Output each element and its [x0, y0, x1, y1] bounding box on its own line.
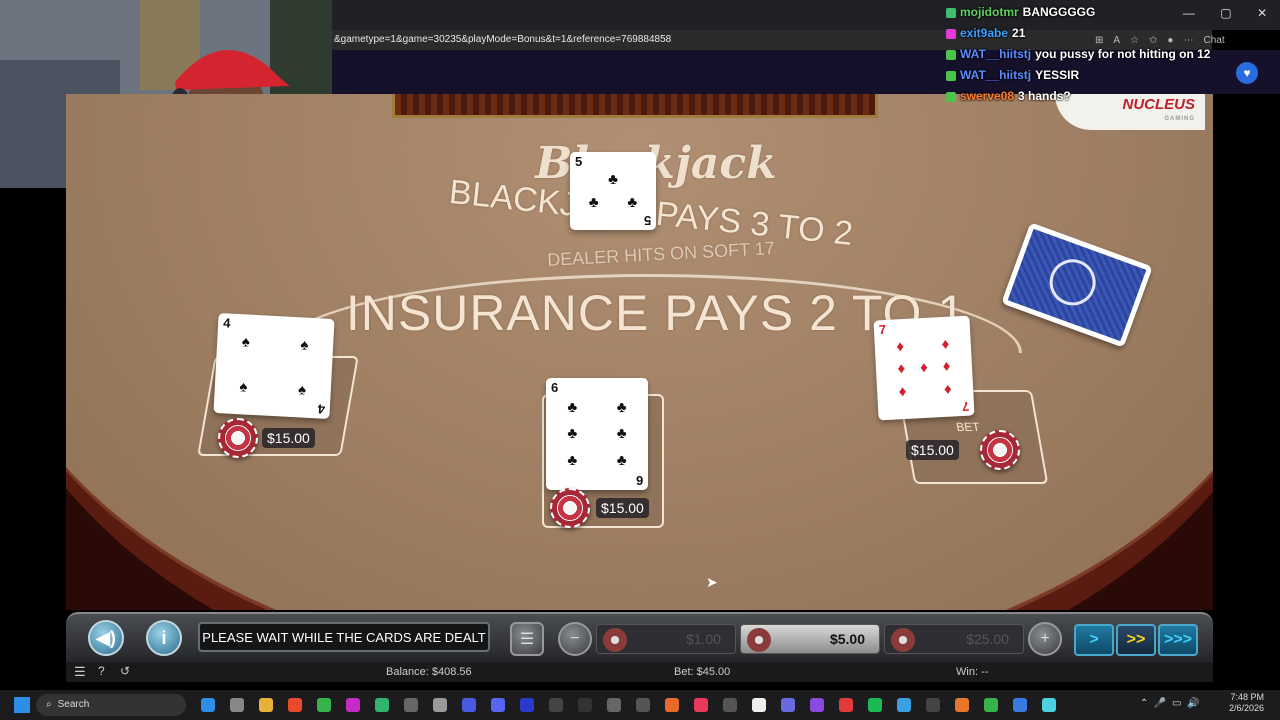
badge-icon — [946, 7, 956, 18]
steam-icon[interactable] — [1013, 698, 1027, 712]
fast-forward-icon: >> — [1126, 631, 1146, 648]
app-icon[interactable] — [810, 698, 824, 712]
app-icon[interactable] — [462, 698, 476, 712]
app-icon[interactable] — [897, 698, 911, 712]
windows-start-icon[interactable] — [14, 697, 30, 713]
chip-option-5[interactable]: $5.00 — [740, 624, 880, 654]
clock-time: 7:48 PM — [1230, 692, 1264, 702]
player-card-left: 4 ♠ ♠ ♠ ♠ 4 — [213, 313, 335, 419]
chat-message: WAT__hiitstj you pussy for not hitting o… — [946, 44, 1276, 65]
chat-message: mojidotmr BANGGGGG — [946, 2, 1276, 23]
music-icon[interactable] — [694, 698, 708, 712]
dealer-card-pips: ♣ ♣ ♣ — [588, 171, 638, 211]
dealer-card: 5 ♣ ♣ ♣ 5 — [570, 152, 656, 230]
app-icon[interactable] — [723, 698, 737, 712]
status-message: PLEASE WAIT WHILE THE CARDS ARE DEALT — [198, 622, 490, 652]
clear-bets-icon: ☰ — [519, 631, 535, 648]
play-button[interactable]: > — [1074, 624, 1114, 656]
badge-icon — [946, 28, 956, 39]
badge-icon — [946, 49, 956, 60]
increase-chip-button[interactable]: + — [1028, 622, 1062, 656]
settings-icon[interactable] — [230, 698, 244, 712]
bet-display: Bet: $45.00 — [674, 666, 731, 678]
info-bar: ☰ ? ↺ Balance: $408.56 Bet: $45.00 Win: … — [66, 662, 1213, 682]
chip-icon — [891, 628, 915, 652]
clear-bets-button[interactable]: ☰ — [510, 622, 544, 656]
app-icon[interactable] — [926, 698, 940, 712]
help-icon[interactable]: ? — [98, 664, 105, 678]
taskbar-clock[interactable]: 7:48 PM 2/6/2026 — [1204, 692, 1264, 714]
bet-amount-left: $15.00 — [262, 428, 315, 448]
player-card-right: 7 ♦ ♦ ♦ ♦ ♦ ♦ ♦ 7 — [873, 315, 975, 421]
chip-option-1[interactable]: $1.00 — [596, 624, 736, 654]
app-icon[interactable] — [375, 698, 389, 712]
heart-icon[interactable]: ♥ — [1236, 62, 1258, 84]
win-display: Win: -- — [956, 666, 989, 678]
bet-chip-left — [218, 418, 258, 458]
blackjack-table: NUCLEUS GAMING Blackjack BLACKJACK PAYS … — [66, 94, 1213, 610]
bet-amount-right: $15.00 — [906, 440, 959, 460]
history-icon[interactable]: ↺ — [120, 664, 130, 678]
menu-icon[interactable]: ☰ — [74, 664, 86, 680]
game-control-bar: ◀) i PLEASE WAIT WHILE THE CARDS ARE DEA… — [66, 612, 1213, 664]
stream-chat-overlay: mojidotmr BANGGGGG exit9abe 21 WAT__hiit… — [946, 2, 1276, 104]
windows-taskbar: ⌕ Search — [0, 690, 1280, 720]
chip-icon — [603, 628, 627, 652]
discord-icon[interactable] — [491, 698, 505, 712]
chip-option-25[interactable]: $25.00 — [884, 624, 1024, 654]
info-icon: i — [161, 627, 167, 648]
minus-icon: − — [570, 630, 580, 647]
badge-icon — [946, 70, 956, 81]
app-icon[interactable] — [839, 698, 853, 712]
app-icon[interactable] — [781, 698, 795, 712]
brave-icon[interactable] — [288, 698, 302, 712]
app-icon[interactable] — [636, 698, 650, 712]
chat-message: WAT__hiitstj YESSIR — [946, 65, 1276, 86]
search-icon: ⌕ — [46, 699, 52, 710]
speaker-icon: ◀) — [96, 627, 116, 648]
mouse-cursor-icon: ➤ — [706, 574, 718, 590]
clock-date: 2/6/2026 — [1228, 703, 1264, 713]
table-logo: Blackjack — [535, 138, 777, 189]
fast-play-button[interactable]: >> — [1116, 624, 1156, 656]
dealer-tray — [392, 94, 878, 118]
chat-message: swerve08 3 hands? — [946, 86, 1276, 107]
player-card-center: 6 ♣ ♣ ♣ ♣ ♣ ♣ 6 — [546, 378, 648, 490]
file-explorer-icon[interactable] — [259, 698, 273, 712]
bet-chip-right — [980, 430, 1020, 470]
app-icon[interactable] — [752, 698, 766, 712]
info-button[interactable]: i — [146, 620, 182, 656]
spotify-icon[interactable] — [868, 698, 882, 712]
app-icon[interactable] — [346, 698, 360, 712]
app-icon[interactable] — [578, 698, 592, 712]
taskbar-search[interactable]: ⌕ Search — [36, 694, 186, 716]
app-icon[interactable] — [955, 698, 969, 712]
app-icon[interactable] — [984, 698, 998, 712]
app-icon[interactable] — [433, 698, 447, 712]
play-icon: > — [1089, 631, 1099, 648]
balance-display: Balance: $408.56 — [386, 666, 472, 678]
turbo-icon: >>> — [1163, 631, 1193, 648]
firefox-icon[interactable] — [665, 698, 679, 712]
turbo-play-button[interactable]: >>> — [1158, 624, 1198, 656]
bet-amount-center: $15.00 — [596, 498, 649, 518]
system-tray-icons[interactable]: ⌃ 🎤 ▭ 🔊 — [1140, 698, 1199, 709]
chrome-icon[interactable] — [317, 698, 331, 712]
brand-sub: GAMING — [1164, 116, 1195, 122]
badge-icon — [946, 91, 956, 102]
app-icon[interactable] — [520, 698, 534, 712]
bet-spot-label: BET — [955, 420, 981, 434]
chat-message: exit9abe 21 — [946, 23, 1276, 44]
app-icon[interactable] — [404, 698, 418, 712]
edge-icon[interactable] — [201, 698, 215, 712]
app-icon[interactable] — [1042, 698, 1056, 712]
decrease-chip-button[interactable]: − — [558, 622, 592, 656]
bet-chip-center — [550, 488, 590, 528]
sound-button[interactable]: ◀) — [88, 620, 124, 656]
app-icon[interactable] — [607, 698, 621, 712]
plus-icon: + — [1040, 630, 1050, 647]
app-icon[interactable] — [549, 698, 563, 712]
chip-icon — [747, 628, 771, 652]
dealer-card-rank: 5 — [575, 154, 583, 169]
